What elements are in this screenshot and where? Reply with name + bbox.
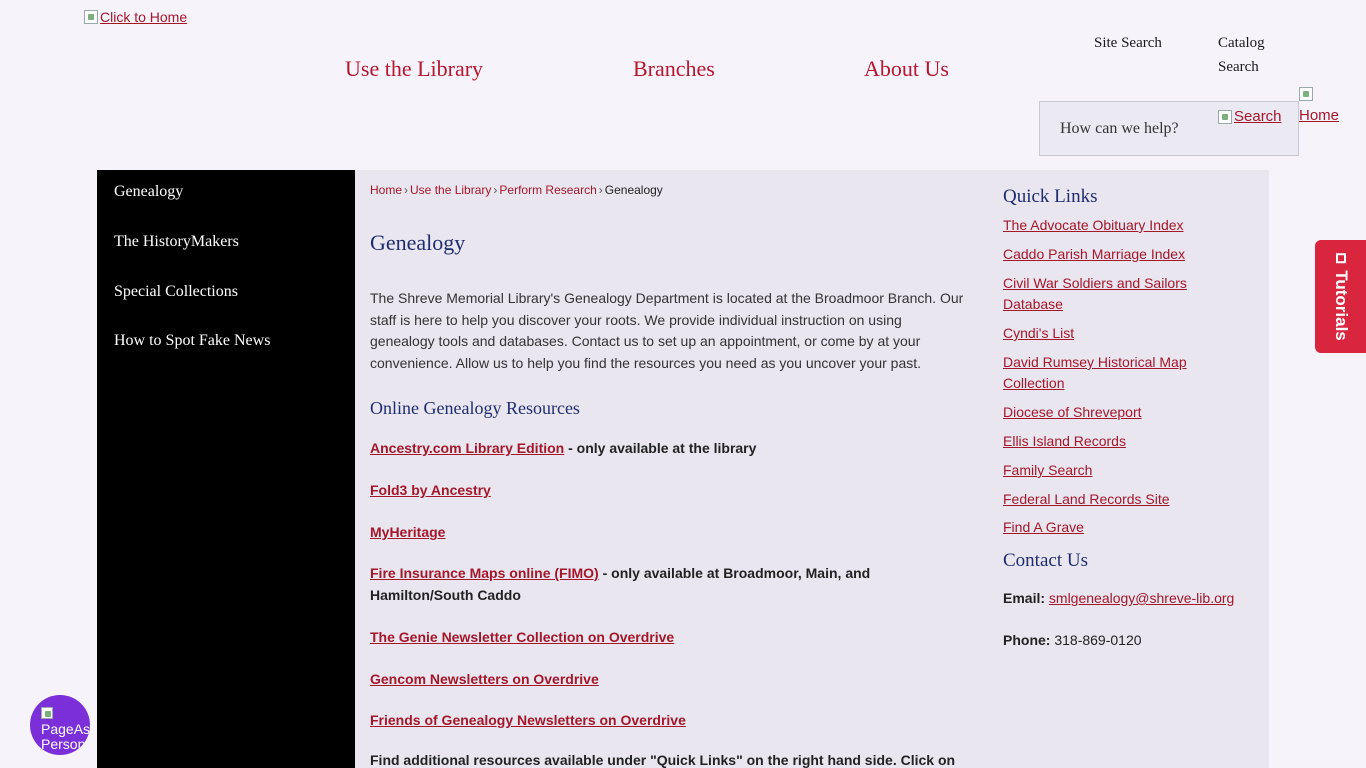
breadcrumb-home[interactable]: Home [370,183,402,197]
search-button-alt: Search [1234,108,1282,125]
site-search-link[interactable]: Site Search [1094,31,1164,55]
resources-heading: Online Genealogy Resources [370,398,580,418]
search-button[interactable]: Search [1218,108,1282,125]
tutorials-icon [1335,252,1346,263]
quick-link-find-a-grave[interactable]: Find A Grave [1003,517,1223,538]
contact-phone: Phone: 318-869-0120 [1003,632,1142,648]
nav-use-the-library[interactable]: Use the Library [345,56,483,82]
home-icon [1299,87,1313,102]
quick-link-family-search[interactable]: Family Search [1003,460,1223,481]
widget-alt-text: PageAssist Personalization [41,721,90,752]
page-title: Genealogy [370,230,466,255]
resource-item: Friends of Genealogy Newsletters on Over… [370,709,970,731]
logo-image-icon [84,10,98,24]
search-box: Search [1039,101,1299,156]
quick-link-diocese[interactable]: Diocese of Shreveport [1003,402,1223,423]
home-icon-link[interactable]: Home [1299,83,1349,127]
resource-item: Gencom Newsletters on Overdrive [370,668,970,690]
quick-link-caddo-marriage[interactable]: Caddo Parish Marriage Index [1003,244,1223,265]
resource-link-friends-genealogy[interactable]: Friends of Genealogy Newsletters on Over… [370,712,686,728]
phone-number: 318-869-0120 [1054,632,1142,648]
breadcrumb-use-the-library[interactable]: Use the Library [410,183,491,197]
resource-link-fold3[interactable]: Fold3 by Ancestry [370,482,491,498]
main-content: Home › Use the Library › Perform Research › Ge… [355,170,1269,768]
resource-link-gencom[interactable]: Gencom Newsletters on Overdrive [370,671,599,687]
resource-link-fimo[interactable]: Fire Insurance Maps online (FIMO) [370,565,599,581]
resource-note: - only available at the library [564,440,757,456]
resource-item: The Genie Newsletter Collection on Overd… [370,626,970,648]
breadcrumb-current: Genealogy [604,183,663,197]
email-link[interactable]: smlgenealogy@shreve-lib.org [1049,590,1234,606]
quick-link-advocate-obituary[interactable]: The Advocate Obituary Index [1003,215,1223,236]
quick-link-david-rumsey[interactable]: David Rumsey Historical Map Collection [1003,352,1223,394]
intro-paragraph: The Shreve Memorial Library's Genealogy … [370,290,964,371]
resource-link-genie[interactable]: The Genie Newsletter Collection on Overd… [370,629,674,645]
tutorials-label: Tutorials [1331,269,1351,341]
tutorials-tab[interactable]: Tutorials [1315,240,1366,353]
breadcrumb-perform-research[interactable]: Perform Research [499,183,596,197]
contact-email: Email: smlgenealogy@shreve-lib.org [1003,590,1235,606]
nav-about-us[interactable]: About Us [864,56,949,82]
quick-link-civil-war[interactable]: Civil War Soldiers and Sailors Database [1003,273,1223,315]
accessibility-widget-button[interactable]: PageAssist Personalization [30,695,90,755]
sidebar-item-fake-news[interactable]: How to Spot Fake News [114,332,270,350]
sidebar-item-historymakers[interactable]: The HistoryMakers [114,233,239,251]
search-icon [1218,109,1232,124]
catalog-search-link[interactable]: Catalog Search [1218,31,1288,79]
quick-link-cyndis-list[interactable]: Cyndi's List [1003,323,1223,344]
sidebar-item-special-collections[interactable]: Special Collections [114,283,238,301]
nav-branches[interactable]: Branches [633,56,715,82]
quick-link-ellis-island[interactable]: Ellis Island Records [1003,431,1223,452]
quick-links-heading: Quick Links [1003,186,1098,207]
resource-item: Fold3 by Ancestry [370,479,970,501]
quick-link-federal-land[interactable]: Federal Land Records Site [1003,489,1223,510]
sidebar-item-genealogy[interactable]: Genealogy [114,183,183,201]
widget-image-icon [41,707,53,719]
home-icon-alt: Home [1299,107,1340,124]
sidebar: Genealogy The HistoryMakers Special Coll… [97,170,355,768]
resource-link-ancestry[interactable]: Ancestry.com Library Edition [370,440,564,456]
logo-link[interactable]: Click to Home [84,9,187,25]
additional-resources-text: Find additional resources available unde… [370,752,956,768]
resource-link-myheritage[interactable]: MyHeritage [370,524,445,540]
breadcrumb: Home › Use the Library › Perform Research › Ge… [370,183,663,197]
resource-item: Ancestry.com Library Edition - only avai… [370,437,970,459]
resource-item: MyHeritage [370,521,970,543]
contact-heading: Contact Us [1003,550,1088,571]
logo-alt-text: Click to Home [100,9,188,25]
resource-item: Fire Insurance Maps online (FIMO) - only… [370,562,910,606]
search-input[interactable] [1040,102,1235,155]
